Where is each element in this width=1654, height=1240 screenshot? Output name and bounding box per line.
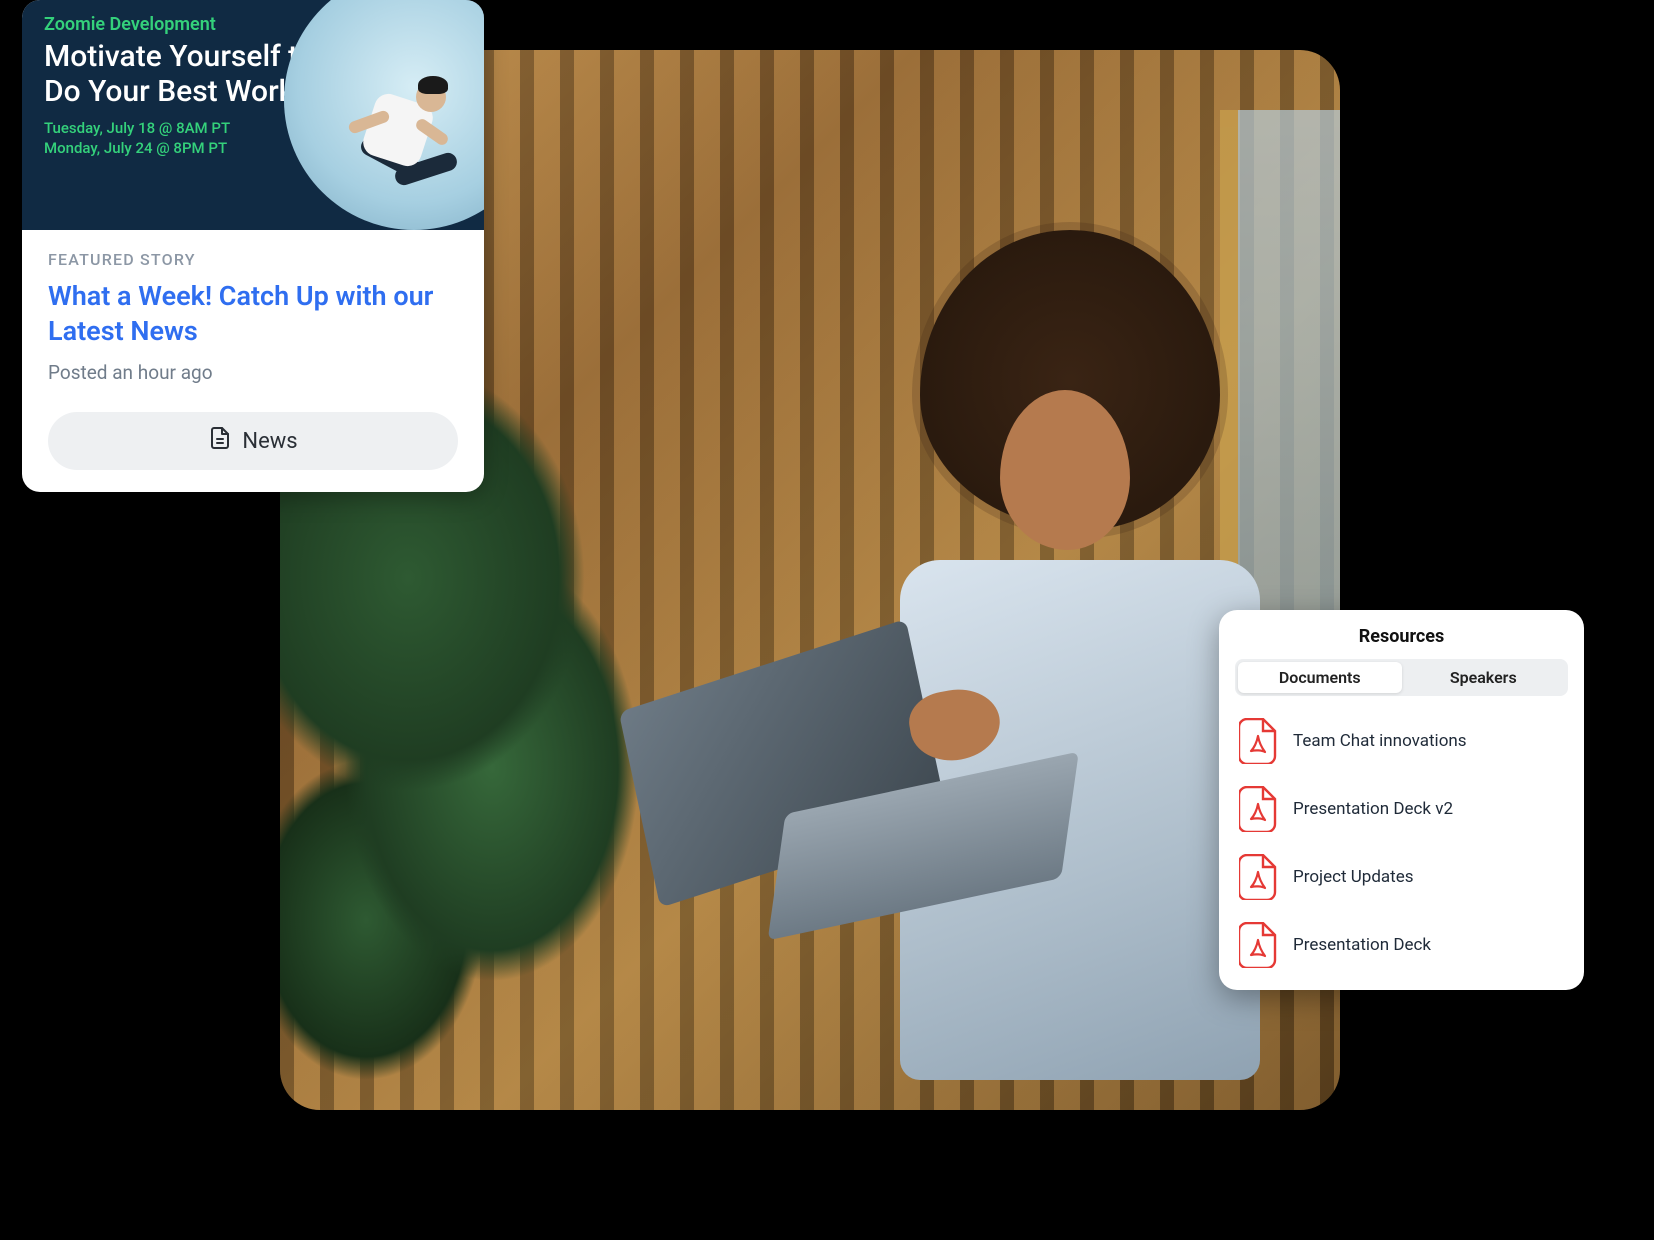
document-icon: [208, 426, 232, 456]
news-body: FEATURED STORY What a Week! Catch Up wit…: [22, 230, 484, 492]
news-button[interactable]: News: [48, 412, 458, 470]
tab-speakers[interactable]: Speakers: [1402, 662, 1566, 693]
list-item[interactable]: Team Chat innovations: [1239, 718, 1564, 764]
documents-list: Team Chat innovations Presentation Deck …: [1235, 712, 1568, 972]
pdf-icon: [1239, 786, 1277, 832]
pdf-icon: [1239, 854, 1277, 900]
document-label: Team Chat innovations: [1293, 731, 1467, 751]
news-card: Zoomie Development Motivate Yourself to …: [22, 0, 484, 492]
featured-eyebrow: FEATURED STORY: [48, 250, 458, 269]
list-item[interactable]: Presentation Deck v2: [1239, 786, 1564, 832]
news-button-label: News: [242, 429, 297, 454]
resources-tabs: Documents Speakers: [1235, 659, 1568, 696]
resources-panel: Resources Documents Speakers Team Chat i…: [1219, 610, 1584, 990]
list-item[interactable]: Project Updates: [1239, 854, 1564, 900]
tab-documents[interactable]: Documents: [1238, 662, 1402, 693]
story-title-link[interactable]: What a Week! Catch Up with our Latest Ne…: [48, 279, 458, 349]
person-with-laptop: [700, 230, 1260, 1110]
document-label: Presentation Deck v2: [1293, 799, 1453, 819]
news-hero: Zoomie Development Motivate Yourself to …: [22, 0, 484, 230]
resources-title: Resources: [1235, 626, 1568, 647]
runner-illustration: [328, 68, 478, 228]
document-label: Presentation Deck: [1293, 935, 1431, 955]
list-item[interactable]: Presentation Deck: [1239, 922, 1564, 968]
document-label: Project Updates: [1293, 867, 1414, 887]
pdf-icon: [1239, 718, 1277, 764]
pdf-icon: [1239, 922, 1277, 968]
posted-timestamp: Posted an hour ago: [48, 361, 458, 384]
